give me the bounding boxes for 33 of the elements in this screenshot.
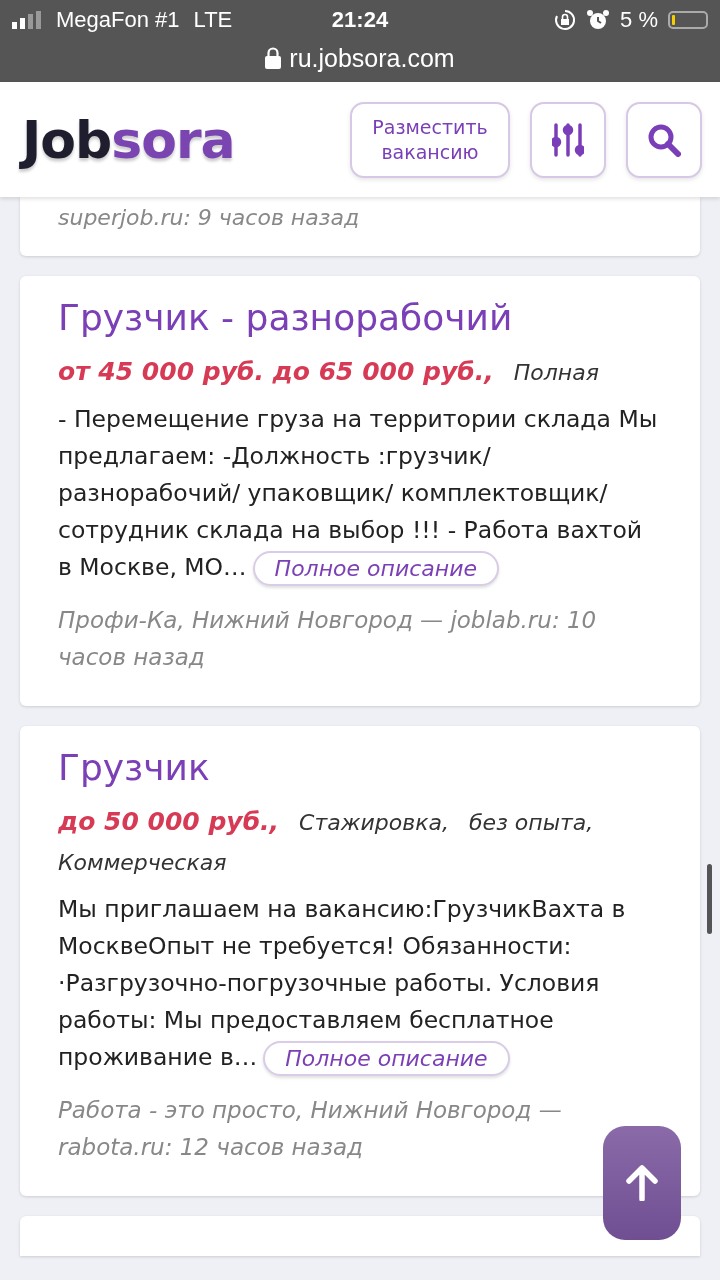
battery-percent: 5 % (620, 7, 658, 33)
scrollbar (707, 864, 712, 934)
salary-text: до 50 000 руб., (58, 806, 280, 838)
address-url[interactable]: ru.jobsora.com (289, 43, 455, 73)
carrier-name: MegaFon #1 (56, 7, 180, 33)
full-description-button[interactable]: Полное описание (252, 551, 499, 586)
job-source: Профи-Ка, Нижний Новгород — joblab.ru: 10 часов назад (58, 606, 598, 672)
employment-tag: без опыта, (469, 803, 594, 843)
lock-icon (265, 47, 282, 69)
job-description: - Перемещение груза на территории склада Мы предлагаем: -Должность :грузчик/ разнорабочий/ упаковщик/ комплектовщик/ сотрудник склада на выбор !!! - Работа вахтой в Москве, МО… Полное описание (58, 401, 662, 586)
battery-icon (668, 11, 708, 29)
job-source: superjob.ru: 9 часов назад (58, 204, 361, 232)
employment-tag: Коммерческая (58, 843, 227, 883)
job-description: Мы приглашаем на вакансию:ГрузчикВахта в МосквеОпыт не требуется! Обязанности: ·Разгрузочно-погрузочные работы. Условия работы: Мы предоставляем бесплатное проживание в… Полное описание (58, 891, 662, 1076)
sliders-icon (552, 121, 584, 158)
salary-text: от 45 000 руб. до 65 000 руб., (58, 356, 494, 388)
job-source: Работа - это просто, Нижний Новгород — rabota.ru: 12 часов назад (58, 1096, 563, 1162)
search-icon (647, 122, 681, 157)
employment-tag: Стажировка, (299, 803, 450, 843)
filter-button[interactable] (530, 101, 606, 178)
post-job-button[interactable]: Разместить вакансию (350, 101, 510, 178)
up-arrow-icon (626, 1165, 658, 1201)
full-description-button[interactable]: Полное описание (263, 1041, 510, 1076)
network-type: LTE (193, 7, 233, 33)
employment-tag: Полная (513, 353, 599, 393)
scroll-to-top-button[interactable] (603, 1126, 681, 1240)
rotation-lock-icon (554, 9, 577, 31)
job-title[interactable]: Грузчик - разнорабочий (58, 294, 662, 342)
job-title[interactable]: Грузчик (58, 744, 662, 792)
alarm-icon (586, 8, 611, 32)
clock-time: 21:24 (331, 7, 389, 33)
search-button[interactable] (626, 101, 702, 178)
signal-icon (12, 11, 42, 29)
